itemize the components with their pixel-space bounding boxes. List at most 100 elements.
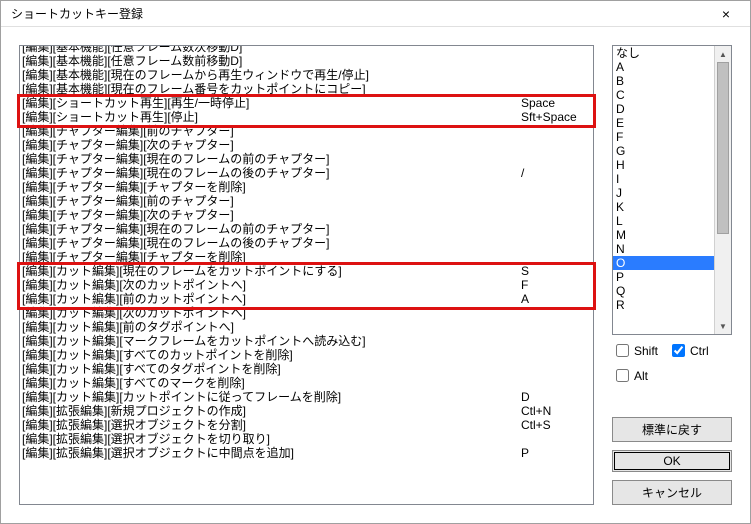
- list-item-label: [編集][チャプター編集][現在のフレームの前のチャプター]: [22, 152, 521, 166]
- reset-button[interactable]: 標準に戻す: [612, 417, 732, 442]
- list-item-key: /: [521, 166, 591, 180]
- list-item[interactable]: [編集][ショートカット再生][停止]Sft+Space: [20, 110, 593, 124]
- list-item-key: [521, 376, 591, 390]
- list-item[interactable]: [編集][ショートカット再生][再生/一時停止]Space: [20, 96, 593, 110]
- list-item-label: [編集][基本機能][現在のフレームから再生ウィンドウで再生/停止]: [22, 68, 521, 82]
- list-item[interactable]: [編集][カット編集][すべてのカットポイントを削除]: [20, 348, 593, 362]
- list-item-key: [521, 222, 591, 236]
- list-item-key: [521, 138, 591, 152]
- close-icon[interactable]: ×: [706, 3, 746, 25]
- list-item-key: [521, 348, 591, 362]
- list-item-key: [521, 54, 591, 68]
- list-item-label: [編集][カット編集][次のカットポイントへ]: [22, 278, 521, 292]
- list-item[interactable]: [編集][基本機能][任意フレーム数前移動D]: [20, 54, 593, 68]
- list-item[interactable]: [編集][基本機能][現在のフレームから再生ウィンドウで再生/停止]: [20, 68, 593, 82]
- list-item-key: D: [521, 390, 591, 404]
- ok-button[interactable]: OK: [612, 450, 732, 472]
- list-item[interactable]: [編集][カット編集][前のカットポイントへ]A: [20, 292, 593, 306]
- list-item-key: [521, 362, 591, 376]
- list-item-key: [521, 45, 591, 54]
- list-item-label: [編集][チャプター編集][前のチャプター]: [22, 194, 521, 208]
- shift-checkbox[interactable]: Shift: [612, 341, 658, 360]
- keylist-scrollbar[interactable]: ▲ ▼: [714, 46, 731, 334]
- scroll-down-icon[interactable]: ▼: [715, 318, 731, 334]
- list-item-key: [521, 236, 591, 250]
- list-item[interactable]: [編集][拡張編集][選択オブジェクトを分割]Ctl+S: [20, 418, 593, 432]
- list-item-label: [編集][カット編集][次のカットポイントへ]: [22, 306, 521, 320]
- list-item-label: [編集][カット編集][現在のフレームをカットポイントにする]: [22, 264, 521, 278]
- list-item-key: [521, 82, 591, 96]
- list-item-label: [編集][チャプター編集][現在のフレームの前のチャプター]: [22, 222, 521, 236]
- list-item[interactable]: [編集][チャプター編集][チャプターを削除]: [20, 180, 593, 194]
- list-item[interactable]: [編集][チャプター編集][現在のフレームの前のチャプター]: [20, 222, 593, 236]
- list-item-label: [編集][チャプター編集][前のチャプター]: [22, 124, 521, 138]
- list-item-label: [編集][拡張編集][新規プロジェクトの作成]: [22, 404, 521, 418]
- list-item[interactable]: [編集][カット編集][前のタグポイントへ]: [20, 320, 593, 334]
- list-item[interactable]: [編集][チャプター編集][前のチャプター]: [20, 194, 593, 208]
- list-item-label: [編集][カット編集][カットポイントに従ってフレームを削除]: [22, 390, 521, 404]
- list-item[interactable]: [編集][基本機能][任意フレーム数次移動D]: [20, 45, 593, 54]
- list-item[interactable]: [編集][チャプター編集][現在のフレームの前のチャプター]: [20, 152, 593, 166]
- list-item-label: [編集][カット編集][すべてのカットポイントを削除]: [22, 348, 521, 362]
- list-item-label: [編集][チャプター編集][次のチャプター]: [22, 208, 521, 222]
- list-item[interactable]: [編集][拡張編集][選択オブジェクトを切り取り]: [20, 432, 593, 446]
- ctrl-checkbox[interactable]: Ctrl: [668, 341, 709, 360]
- list-item-key: [521, 208, 591, 222]
- list-item-label: [編集][拡張編集][選択オブジェクトを分割]: [22, 418, 521, 432]
- list-item-label: [編集][カット編集][前のタグポイントへ]: [22, 320, 521, 334]
- list-item[interactable]: [編集][カット編集][次のカットポイントへ]F: [20, 278, 593, 292]
- list-item[interactable]: [編集][カット編集][マークフレームをカットポイントへ読み込む]: [20, 334, 593, 348]
- list-item-label: [編集][ショートカット再生][再生/一時停止]: [22, 96, 521, 110]
- list-item-label: [編集][チャプター編集][次のチャプター]: [22, 138, 521, 152]
- list-item[interactable]: [編集][カット編集][次のカットポイントへ]: [20, 306, 593, 320]
- list-item-label: [編集][チャプター編集][現在のフレームの後のチャプター]: [22, 166, 521, 180]
- list-item-key: Ctl+S: [521, 418, 591, 432]
- window-title: ショートカットキー登録: [11, 5, 706, 22]
- list-item-label: [編集][カット編集][マークフレームをカットポイントへ読み込む]: [22, 334, 521, 348]
- list-item-label: [編集][ショートカット再生][停止]: [22, 110, 521, 124]
- list-item-key: Ctl+N: [521, 404, 591, 418]
- list-item-key: [521, 68, 591, 82]
- list-item-key: [521, 180, 591, 194]
- scroll-thumb[interactable]: [717, 62, 729, 234]
- list-item-label: [編集][拡張編集][選択オブジェクトに中間点を追加]: [22, 446, 521, 460]
- shortcut-list[interactable]: [編集][基本機能][任意フレーム数次移動D][編集][基本機能][任意フレーム…: [19, 45, 594, 505]
- list-item-label: [編集][チャプター編集][チャプターを削除]: [22, 180, 521, 194]
- list-item-key: [521, 432, 591, 446]
- list-item-key: [521, 334, 591, 348]
- list-item[interactable]: [編集][カット編集][すべてのタグポイントを削除]: [20, 362, 593, 376]
- list-item[interactable]: [編集][拡張編集][新規プロジェクトの作成]Ctl+N: [20, 404, 593, 418]
- list-item[interactable]: [編集][チャプター編集][次のチャプター]: [20, 138, 593, 152]
- list-item-label: [編集][拡張編集][選択オブジェクトを切り取り]: [22, 432, 521, 446]
- list-item[interactable]: [編集][チャプター編集][前のチャプター]: [20, 124, 593, 138]
- list-item[interactable]: [編集][チャプター編集][現在のフレームの後のチャプター]/: [20, 166, 593, 180]
- list-item[interactable]: [編集][チャプター編集][現在のフレームの後のチャプター]: [20, 236, 593, 250]
- list-item[interactable]: [編集][カット編集][カットポイントに従ってフレームを削除]D: [20, 390, 593, 404]
- list-item-label: [編集][チャプター編集][チャプターを削除]: [22, 250, 521, 264]
- list-item[interactable]: [編集][カット編集][現在のフレームをカットポイントにする]S: [20, 264, 593, 278]
- list-item-label: [編集][カット編集][すべてのタグポイントを削除]: [22, 362, 521, 376]
- scroll-up-icon[interactable]: ▲: [715, 46, 731, 62]
- list-item-key: A: [521, 292, 591, 306]
- list-item[interactable]: [編集][拡張編集][選択オブジェクトに中間点を追加]P: [20, 446, 593, 460]
- list-item[interactable]: [編集][チャプター編集][チャプターを削除]: [20, 250, 593, 264]
- cancel-button[interactable]: キャンセル: [612, 480, 732, 505]
- list-item-key: Space: [521, 96, 591, 110]
- list-item-key: [521, 250, 591, 264]
- alt-checkbox[interactable]: Alt: [612, 366, 648, 385]
- list-item-label: [編集][基本機能][任意フレーム数次移動D]: [22, 45, 521, 54]
- list-item-label: [編集][チャプター編集][現在のフレームの後のチャプター]: [22, 236, 521, 250]
- list-item-key: [521, 194, 591, 208]
- list-item-key: S: [521, 264, 591, 278]
- list-item[interactable]: [編集][チャプター編集][次のチャプター]: [20, 208, 593, 222]
- list-item-key: Sft+Space: [521, 110, 591, 124]
- list-item-label: [編集][カット編集][前のカットポイントへ]: [22, 292, 521, 306]
- list-item-label: [編集][基本機能][現在のフレーム番号をカットポイントにコピー]: [22, 82, 521, 96]
- list-item[interactable]: [編集][カット編集][すべてのマークを削除]: [20, 376, 593, 390]
- list-item-key: F: [521, 278, 591, 292]
- list-item-key: P: [521, 446, 591, 460]
- list-item-key: [521, 152, 591, 166]
- key-list[interactable]: なしABCDEFGHIJKLMNOPQR ▲ ▼: [612, 45, 732, 335]
- list-item[interactable]: [編集][基本機能][現在のフレーム番号をカットポイントにコピー]: [20, 82, 593, 96]
- list-item-label: [編集][基本機能][任意フレーム数前移動D]: [22, 54, 521, 68]
